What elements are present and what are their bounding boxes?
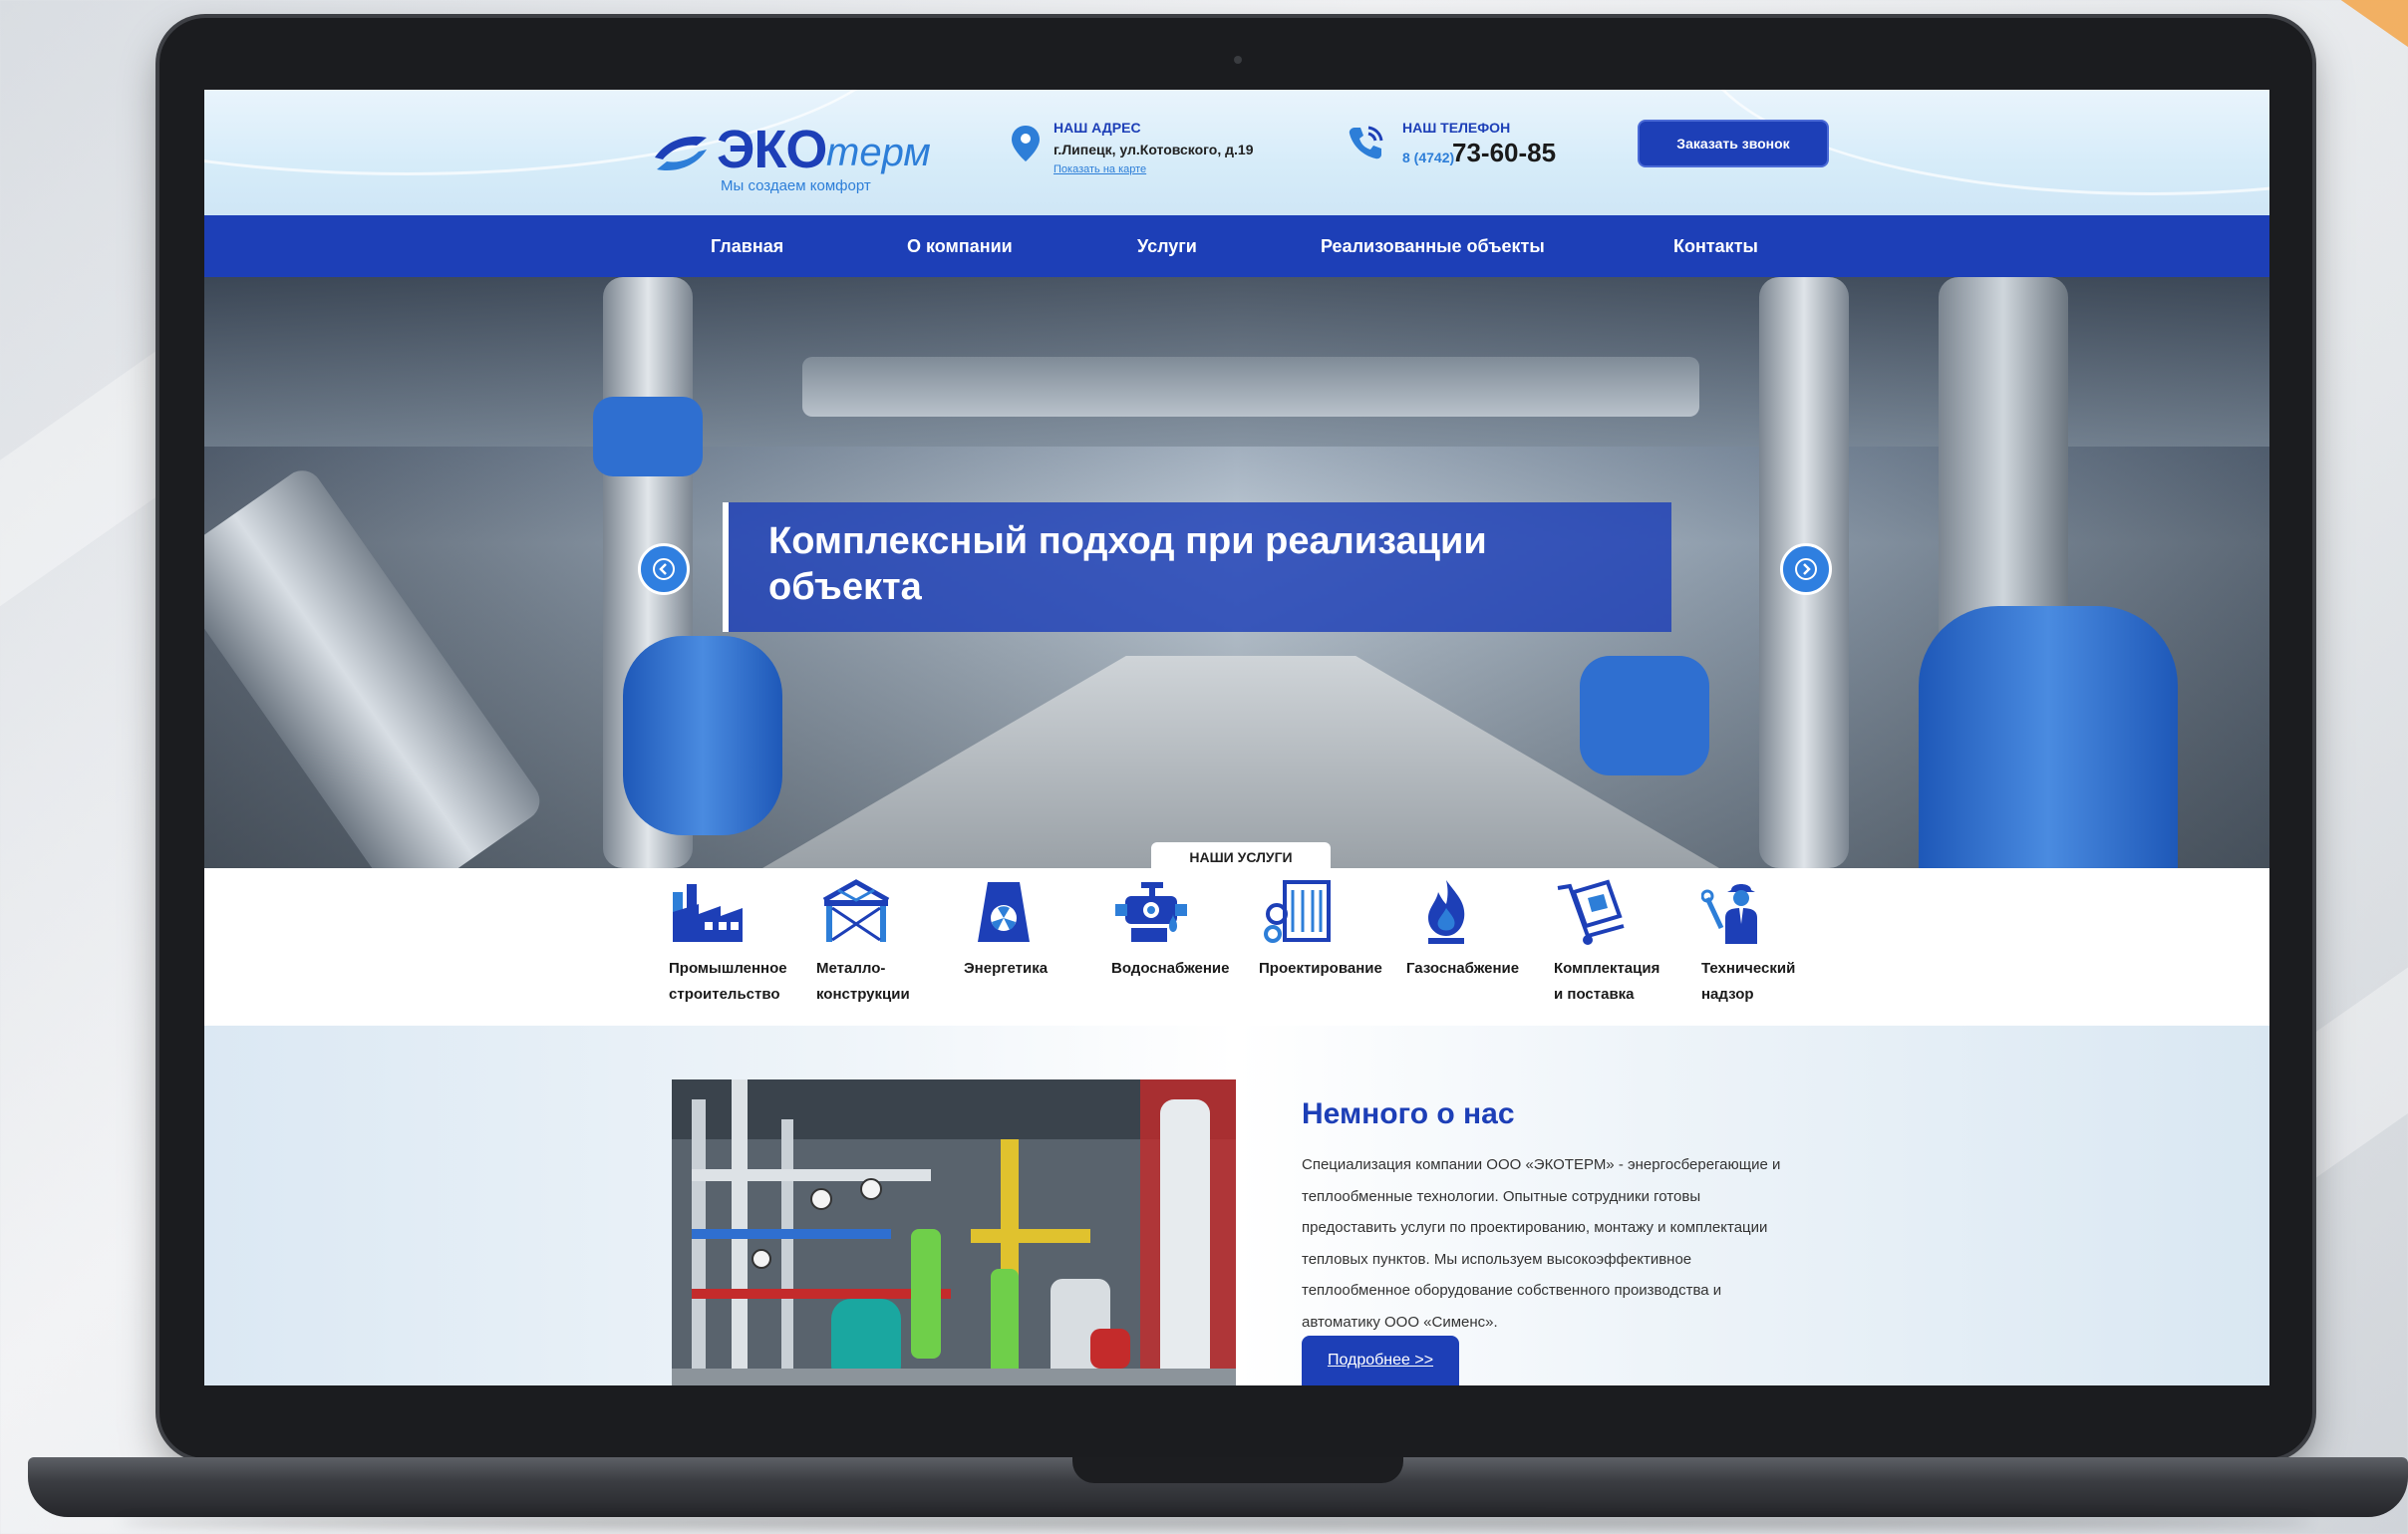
phone-icon [1349,126,1383,159]
services-section: НАШИ УСЛУГИ Промышленное строительство М… [204,842,2269,1026]
about-text: Специализация компании ООО «ЭКОТЕРМ» - э… [1302,1156,1781,1331]
phone-prefix: 8 (4742) [1402,150,1455,165]
address-text: г.Липецк, ул.Котовского, д.19 [1054,142,1254,157]
metal-frame-icon [822,879,890,942]
hero-caption: Комплексный подход при реализации объект… [723,502,1671,632]
logo-brand-bold: ЭКО [717,120,827,179]
services-tab-label: НАШИ УСЛУГИ [1151,842,1331,870]
service-label-line: надзор [1701,986,1754,1003]
logo-slogan: Мы создаем комфорт [721,177,871,194]
design-blueprint-icon [1264,880,1331,943]
laptop-shadow [120,1515,2312,1529]
service-label-line: Газоснабжение [1406,960,1520,977]
service-design[interactable]: Проектирование [1259,878,1408,1018]
service-label: Промышленное строительство [669,956,787,1008]
service-label-line: Металло- [816,960,886,977]
service-label: Проектирование [1259,956,1382,982]
nav-item-services[interactable]: Услуги [1137,215,1197,277]
service-label: Комплектация и поставка [1554,956,1659,1008]
service-energy[interactable]: Энергетика [964,878,1113,1018]
hero-pipe [1919,606,2178,868]
show-on-map-link[interactable]: Показать на карте [1054,163,1146,175]
service-label-line: Комплектация [1554,960,1660,977]
more-details-button[interactable]: Подробнее >> [1302,1336,1459,1385]
factory-icon [673,884,743,942]
phone-block: НАШ ТЕЛЕФОН 8 (4742) 73-60-85 [1347,120,1586,189]
about-title: Немного о нас [1302,1097,1515,1130]
phone-number[interactable]: 73-60-85 [1452,138,1556,168]
service-label: Энергетика [964,956,1048,982]
nav-item-contacts[interactable]: Контакты [1673,215,1758,277]
hero-pipe [593,397,703,476]
hero-floor [762,656,1719,868]
map-pin-icon [1012,126,1040,161]
service-technical-supervision[interactable]: Технический надзор [1701,878,1851,1018]
nav-item-projects[interactable]: Реализованные объекты [1321,215,1545,277]
hero-pipe [623,636,782,835]
chevron-right-icon [1795,558,1817,580]
service-water-supply[interactable]: Водоснабжение [1111,878,1261,1018]
service-label: Технический надзор [1701,956,1795,1008]
laptop-notch [1072,1457,1403,1483]
service-label-line: строительство [669,986,780,1003]
service-label-line: конструкции [816,986,910,1003]
energy-icon [978,882,1030,942]
service-metal-structures[interactable]: Металло- конструкции [816,878,966,1018]
hero-pipe [204,462,548,868]
service-supply-delivery[interactable]: Комплектация и поставка [1554,878,1703,1018]
nav-item-about[interactable]: О компании [907,215,1013,277]
hero-pipe [1580,656,1709,775]
service-gas-supply[interactable]: Газоснабжение [1406,878,1556,1018]
slider-next-button[interactable] [1780,543,1832,595]
address-title: НАШ АДРЕС [1054,120,1141,136]
service-label-line: Энергетика [964,960,1049,977]
slider-prev-button[interactable] [638,543,690,595]
hero-pipe [802,357,1699,417]
logo-brand-light: терм [826,131,931,174]
delivery-cart-icon [1557,879,1625,945]
boiler-room-photo [672,1079,1236,1385]
camera-icon [1234,56,1242,64]
about-section: Немного о нас Специализация компании ООО… [204,1026,2269,1385]
water-tap-icon [1115,882,1187,942]
order-callback-button[interactable]: Заказать звонок [1638,120,1829,167]
corner-accent [2330,0,2408,57]
chevron-left-icon [653,558,675,580]
address-block: НАШ АДРЕС г.Липецк, ул.Котовского, д.19 … [1012,120,1291,199]
hero-caption-bar [723,502,729,632]
boiler-room-illustration [672,1079,1236,1385]
service-label-line: Водоснабжение [1111,960,1230,977]
service-label: Газоснабжение [1406,956,1519,982]
engineer-icon [1701,884,1757,944]
service-label-line: Промышленное [669,960,787,977]
service-industrial-construction[interactable]: Промышленное строительство [669,878,818,1018]
website-screen: ЭКО терм Мы создаем комфорт НАШ АДРЕС г.… [204,90,2269,1385]
main-nav: Главная О компании Услуги Реализованные … [204,215,2269,277]
hero-slider: Комплексный подход при реализации объект… [204,277,2269,868]
gas-flame-icon [1428,880,1465,944]
service-label-line: Технический [1701,960,1796,977]
nav-item-home[interactable]: Главная [711,215,783,277]
hero-caption-text: Комплексный подход при реализации объект… [768,520,1487,608]
site-logo[interactable]: ЭКО терм Мы создаем комфорт [649,120,931,194]
logo-mark-icon [655,136,707,171]
service-label: Водоснабжение [1111,956,1230,982]
service-label-line: и поставка [1554,986,1635,1003]
phone-title: НАШ ТЕЛЕФОН [1402,120,1511,136]
service-label: Металло- конструкции [816,956,910,1008]
site-header: ЭКО терм Мы создаем комфорт НАШ АДРЕС г.… [204,90,2269,215]
service-label-line: Проектирование [1259,960,1382,977]
